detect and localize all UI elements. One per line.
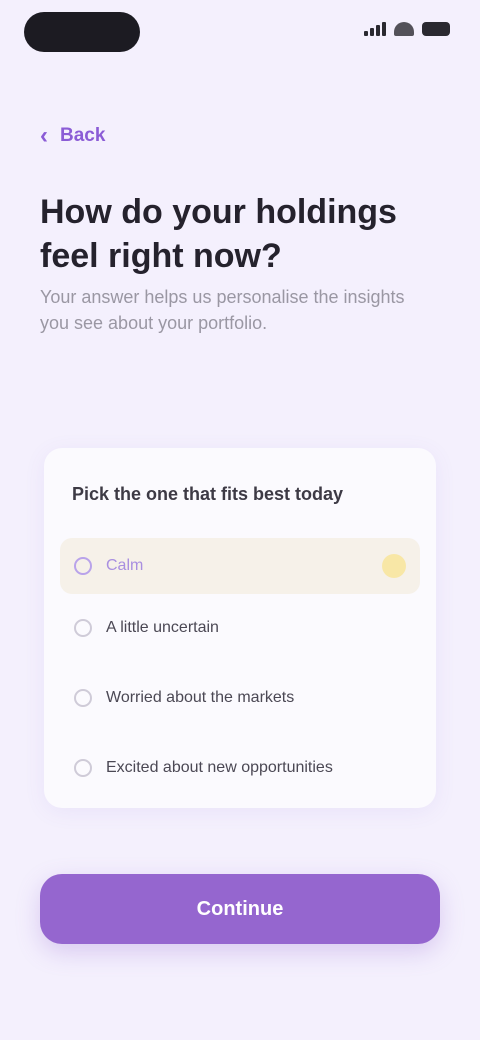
option-item[interactable]: Calm	[60, 538, 420, 594]
back-button[interactable]: ‹ Back	[40, 118, 105, 154]
status-pill	[24, 12, 140, 52]
chevron-left-icon: ‹	[40, 122, 48, 149]
radio-icon	[74, 619, 92, 637]
option-label: Calm	[106, 557, 144, 574]
battery-icon	[422, 22, 450, 36]
option-item[interactable]: A little uncertain	[60, 600, 420, 656]
selected-check-icon	[382, 554, 406, 578]
status-icons	[364, 22, 450, 36]
wifi-icon	[394, 22, 414, 36]
option-item[interactable]: Worried about the markets	[60, 670, 420, 726]
option-label: Excited about new opportunities	[106, 759, 333, 776]
signal-icon	[364, 22, 386, 36]
option-label: A little uncertain	[106, 619, 219, 636]
radio-icon	[74, 557, 92, 575]
page-title: How do your holdings feel right now?	[40, 193, 397, 275]
radio-icon	[74, 689, 92, 707]
back-label: Back	[60, 125, 106, 146]
question-heading: Pick the one that fits best today	[72, 484, 344, 504]
page-subtitle: Your answer helps us personalise the ins…	[40, 287, 405, 333]
option-label: Worried about the markets	[106, 689, 295, 706]
option-item[interactable]: Excited about new opportunities	[60, 740, 420, 796]
radio-icon	[74, 759, 92, 777]
status-bar	[0, 0, 480, 64]
continue-button[interactable]: Continue	[40, 874, 440, 944]
question-card: Pick the one that fits best today Calm A…	[44, 448, 436, 808]
